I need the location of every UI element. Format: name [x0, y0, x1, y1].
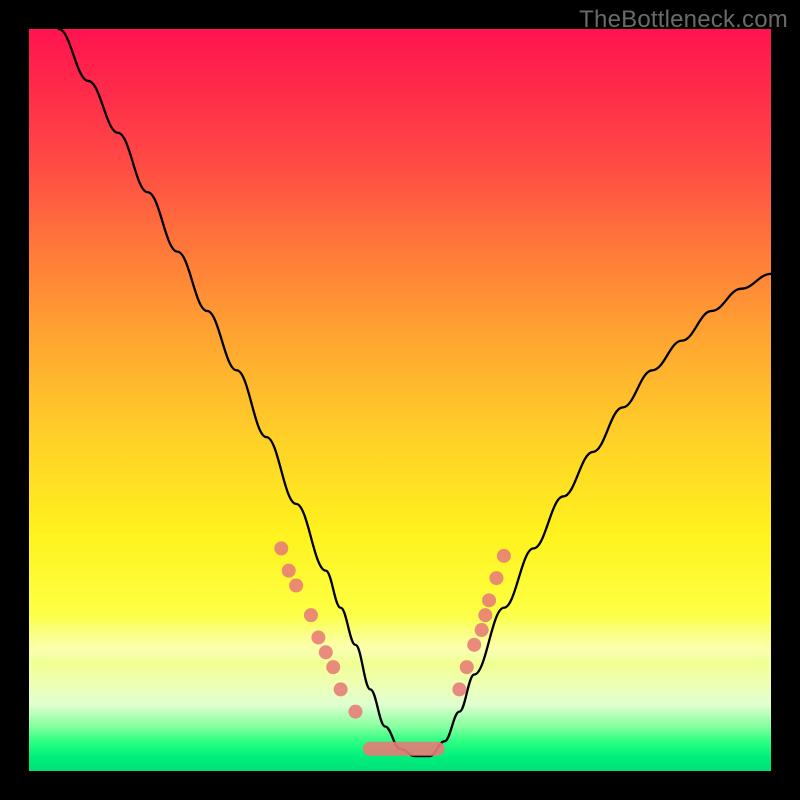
highlight-point	[460, 660, 474, 674]
highlight-markers-right	[452, 549, 511, 697]
chart-svg	[29, 29, 771, 771]
highlight-point	[497, 549, 511, 563]
highlight-point	[319, 645, 333, 659]
highlight-point	[348, 705, 362, 719]
highlight-point	[326, 660, 340, 674]
highlight-point	[289, 579, 303, 593]
bottleneck-curve	[59, 29, 771, 756]
highlight-point	[334, 682, 348, 696]
highlight-point	[282, 564, 296, 578]
highlight-point	[475, 623, 489, 637]
chart-frame: TheBottleneck.com	[0, 0, 800, 800]
highlight-point	[482, 593, 496, 607]
trough-bar	[363, 742, 445, 756]
highlight-point	[478, 608, 492, 622]
highlight-point	[452, 682, 466, 696]
highlight-point	[304, 608, 318, 622]
plot-area	[29, 29, 771, 771]
highlight-point	[311, 630, 325, 644]
watermark-text: TheBottleneck.com	[579, 6, 788, 34]
highlight-point	[467, 638, 481, 652]
highlight-point	[489, 571, 503, 585]
highlight-point	[274, 541, 288, 555]
